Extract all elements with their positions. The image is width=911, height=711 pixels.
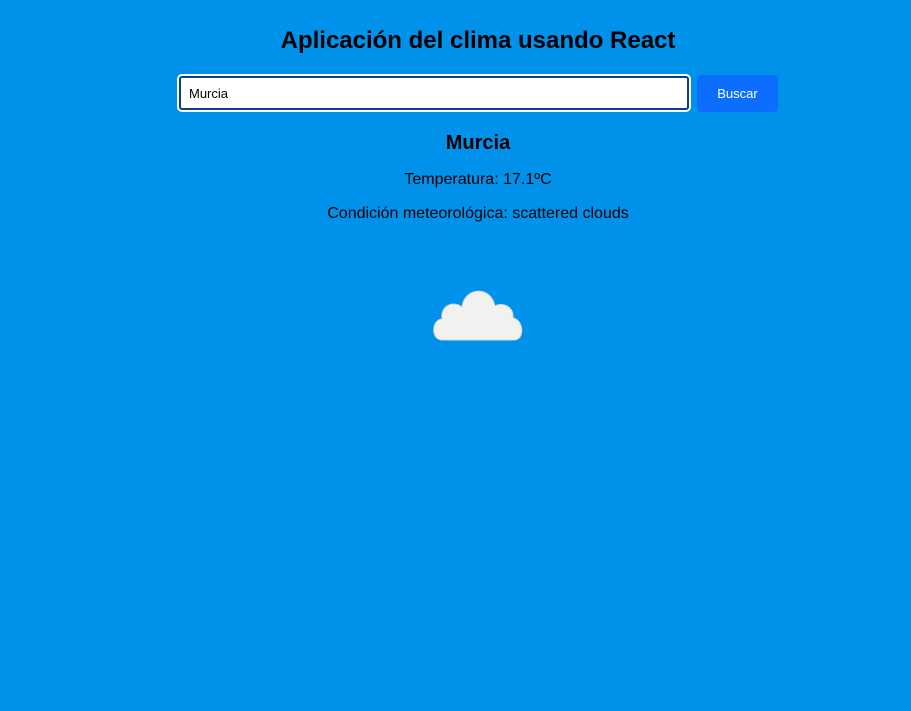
weather-app: Aplicación del clima usando React Buscar…: [0, 0, 911, 711]
temperature-text: Temperatura: 17.1ºC: [404, 171, 552, 188]
city-name: Murcia: [445, 132, 511, 154]
page-title: Aplicación del clima usando React: [280, 27, 676, 54]
cloud-icon: [428, 276, 528, 346]
search-form: Buscar: [177, 74, 779, 112]
search-button[interactable]: Buscar: [697, 75, 778, 112]
city-search-input[interactable]: [177, 74, 691, 112]
condition-text: Condición meteorológica: scattered cloud…: [327, 205, 629, 222]
